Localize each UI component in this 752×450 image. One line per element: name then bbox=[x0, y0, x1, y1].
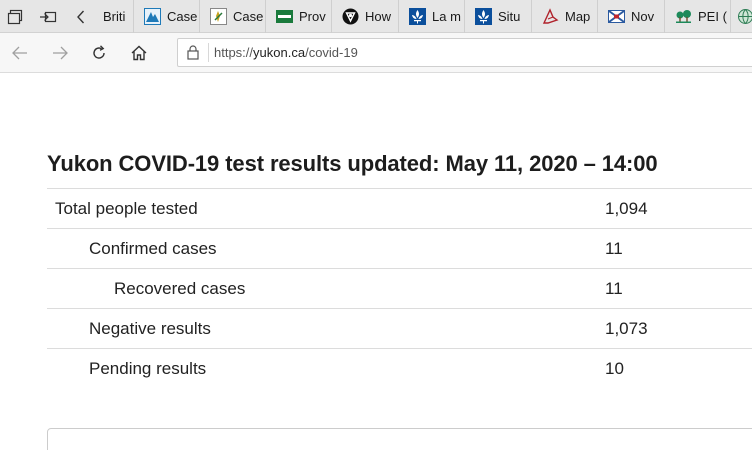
row-label: Negative results bbox=[89, 319, 211, 338]
table-row: Recovered cases 11 bbox=[47, 269, 752, 309]
globe-icon bbox=[737, 8, 752, 25]
tab-title: Prov bbox=[299, 9, 326, 24]
home-button[interactable] bbox=[123, 37, 155, 69]
refresh-icon bbox=[93, 45, 105, 59]
tab-title: PEI ( bbox=[698, 9, 727, 24]
browser-tab[interactable]: How bbox=[332, 0, 399, 33]
url-scheme: https:// bbox=[214, 45, 254, 60]
new-brunswick-icon bbox=[542, 8, 559, 25]
alberta-icon bbox=[144, 8, 161, 25]
browser-tab[interactable]: Nov bbox=[598, 0, 665, 33]
quebec-fleur-de-lis-icon bbox=[409, 8, 426, 25]
quebec-fleur-de-lis-icon bbox=[475, 8, 492, 25]
row-label: Recovered cases bbox=[114, 279, 246, 298]
tab-actions-button[interactable] bbox=[0, 0, 30, 33]
arrow-right-icon bbox=[53, 46, 68, 60]
tab-title: Map bbox=[565, 9, 591, 24]
tab-title: Case bbox=[167, 9, 198, 24]
address-bar-divider bbox=[208, 43, 209, 62]
lock-icon[interactable] bbox=[178, 39, 208, 66]
row-label: Confirmed cases bbox=[89, 239, 217, 258]
row-label: Pending results bbox=[89, 359, 207, 378]
pei-icon bbox=[675, 8, 692, 25]
url-path: /covid-19 bbox=[305, 45, 358, 60]
address-bar[interactable]: https://yukon.ca/covid-19 bbox=[177, 38, 752, 67]
browser-tab[interactable]: La m bbox=[399, 0, 465, 33]
browser-tab[interactable]: Case bbox=[200, 0, 266, 33]
manitoba-icon bbox=[276, 8, 293, 25]
browser-tab[interactable]: Case bbox=[134, 0, 200, 33]
table-row: Negative results 1,073 bbox=[47, 309, 752, 349]
page-title: Yukon COVID-19 test results updated: May… bbox=[47, 151, 658, 176]
ontario-trillium-icon bbox=[342, 8, 359, 25]
chevron-left-icon bbox=[77, 10, 85, 23]
browser-tab[interactable]: Briti bbox=[93, 0, 134, 33]
home-icon bbox=[131, 45, 147, 61]
browser-tab[interactable] bbox=[731, 0, 752, 33]
browser-tab[interactable]: Map bbox=[532, 0, 598, 33]
navigation-bar: https://yukon.ca/covid-19 bbox=[0, 33, 752, 73]
table-row: Pending results 10 bbox=[47, 349, 752, 389]
set-tabs-aside-icon bbox=[40, 11, 57, 22]
back-button[interactable] bbox=[4, 37, 36, 69]
url-host: yukon.ca bbox=[253, 45, 306, 60]
tab-actions-icon bbox=[7, 9, 23, 24]
refresh-button[interactable] bbox=[83, 37, 115, 69]
row-value: 11 bbox=[605, 279, 623, 298]
tab-title: Briti bbox=[103, 9, 126, 24]
url-text[interactable]: https://yukon.ca/covid-19 bbox=[214, 45, 358, 60]
tab-title: Situ bbox=[498, 9, 521, 24]
table-row: Confirmed cases 11 bbox=[47, 229, 752, 269]
nova-scotia-icon bbox=[608, 8, 625, 25]
tab-strip: Briti Case Case Prov How La m Situ Map N… bbox=[0, 0, 752, 33]
row-label: Total people tested bbox=[55, 199, 198, 218]
tab-title: La m bbox=[432, 9, 461, 24]
browser-tab[interactable]: PEI ( bbox=[665, 0, 731, 33]
tab-title: Case bbox=[233, 9, 264, 24]
content-panel bbox=[47, 428, 752, 450]
row-value: 10 bbox=[605, 359, 624, 378]
row-value: 11 bbox=[605, 239, 623, 258]
table-row: Total people tested 1,094 bbox=[47, 189, 752, 229]
forward-button[interactable] bbox=[44, 37, 76, 69]
test-results-table: Total people tested 1,094 Confirmed case… bbox=[47, 188, 752, 389]
browser-tab[interactable]: Situ bbox=[465, 0, 532, 33]
set-tabs-aside-button[interactable] bbox=[33, 0, 63, 33]
tab-title: Nov bbox=[631, 9, 655, 24]
scroll-tabs-left-button[interactable] bbox=[66, 0, 96, 33]
saskatchewan-icon bbox=[210, 8, 227, 25]
row-value: 1,073 bbox=[605, 319, 648, 338]
tab-title: How bbox=[365, 9, 392, 24]
row-value: 1,094 bbox=[605, 199, 648, 218]
browser-tab[interactable]: Prov bbox=[266, 0, 332, 33]
page-content: Yukon COVID-19 test results updated: May… bbox=[0, 74, 752, 450]
arrow-left-icon bbox=[12, 46, 27, 60]
